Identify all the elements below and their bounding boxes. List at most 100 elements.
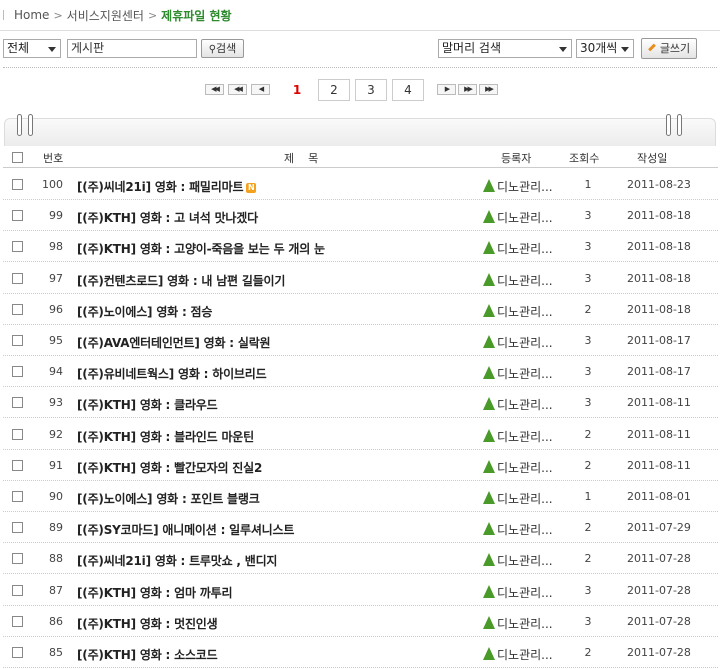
row-title-link[interactable]: [(주)SY코마드] 애니메이션 : 일루셔니스트 bbox=[77, 521, 294, 538]
row-author[interactable]: 디노관리... bbox=[483, 490, 553, 507]
row-author-name: 디노관리... bbox=[497, 242, 553, 257]
board-search-input[interactable]: 게시판 bbox=[67, 39, 197, 58]
row-checkbox[interactable] bbox=[12, 459, 23, 471]
table-row[interactable]: 99 [(주)KTH] 영화 : 고 녀석 맛나겠다 디노관리... 3 2011-08… bbox=[3, 200, 718, 232]
table-row[interactable]: 97 [(주)컨텐츠로드] 영화 : 내 남편 길들이기 디노관리... 3 2011-… bbox=[3, 263, 718, 294]
table-row[interactable]: 95 [(주)AVA엔터테인먼트] 영화 : 실락원 디노관리... 3 2011-08… bbox=[3, 325, 718, 356]
row-author[interactable]: 디노관리... bbox=[483, 365, 553, 382]
next-page-button[interactable]: ▶ bbox=[437, 84, 456, 95]
row-title-link[interactable]: [(주)KTH] 영화 : 빨간모자의 진실2 bbox=[77, 459, 262, 476]
first-page-button[interactable]: ◀◀ bbox=[205, 84, 224, 95]
row-author[interactable]: 디노관리... bbox=[483, 303, 553, 320]
page-2[interactable]: 2 bbox=[318, 79, 350, 101]
row-title-link[interactable]: [(주)KTH] 영화 : 고양이-죽음을 보는 두 개의 눈 bbox=[77, 240, 325, 257]
row-author-name: 디노관리... bbox=[497, 554, 553, 569]
row-title-text: [(주)KTH] 영화 : 엄마 까투리 bbox=[77, 585, 233, 600]
row-title-text: [(주)씨네21i] 영화 : 트루맛쇼 , 밴디지 bbox=[77, 554, 278, 569]
row-checkbox[interactable] bbox=[12, 366, 23, 378]
table-row[interactable]: 89 [(주)SY코마드] 애니메이션 : 일루셔니스트 디노관리... 2 2011-… bbox=[3, 512, 718, 544]
field-select[interactable]: 말머리 검색 bbox=[438, 39, 572, 58]
row-author-name: 디노관리... bbox=[497, 180, 553, 194]
row-checkbox[interactable] bbox=[12, 397, 23, 409]
row-author[interactable]: 디노관리... bbox=[483, 396, 553, 413]
row-author[interactable]: 디노관리... bbox=[483, 240, 553, 257]
row-title-link[interactable]: [(주)씨네21i] 영화 : 트루맛쇼 , 밴디지 bbox=[77, 552, 277, 569]
category-select[interactable]: 전체 bbox=[3, 39, 61, 58]
table-row[interactable]: 91 [(주)KTH] 영화 : 빨간모자의 진실2 디노관리... 2 2011-08… bbox=[3, 450, 718, 481]
breadcrumb-level1[interactable]: 서비스지원센터 bbox=[67, 7, 144, 24]
table-row[interactable]: 88 [(주)씨네21i] 영화 : 트루맛쇼 , 밴디지 디노관리... 2 2011… bbox=[3, 543, 718, 575]
row-checkbox[interactable] bbox=[12, 522, 23, 534]
row-author[interactable]: 디노관리... bbox=[483, 428, 553, 445]
row-checkbox[interactable] bbox=[12, 210, 23, 222]
select-all-checkbox[interactable] bbox=[12, 152, 23, 163]
row-author[interactable]: 디노관리... bbox=[483, 646, 553, 663]
row-title-link[interactable]: [(주)노이에스] 영화 : 점승 bbox=[77, 303, 212, 320]
row-checkbox[interactable] bbox=[12, 615, 23, 627]
search-button[interactable]: ⚲검색 bbox=[201, 39, 244, 58]
row-checkbox[interactable] bbox=[12, 428, 23, 440]
row-author[interactable]: 디노관리... bbox=[483, 209, 553, 226]
row-author[interactable]: 디노관리... bbox=[483, 552, 553, 569]
row-checkbox[interactable] bbox=[12, 584, 23, 596]
page-4[interactable]: 4 bbox=[392, 79, 424, 101]
row-title-link[interactable]: [(주)AVA엔터테인먼트] 영화 : 실락원 bbox=[77, 334, 271, 351]
row-number: 91 bbox=[49, 458, 63, 472]
row-title-link[interactable]: [(주)노이에스] 영화 : 포인트 블랭크 bbox=[77, 490, 260, 507]
row-checkbox[interactable] bbox=[12, 272, 23, 284]
prev-10-button[interactable]: ◀◀ bbox=[228, 84, 247, 95]
table-row[interactable]: 94 [(주)유비네트웍스] 영화 : 하이브리드 디노관리... 3 2011-08-… bbox=[3, 356, 718, 388]
row-title-text: [(주)KTH] 영화 : 클라우드 bbox=[77, 398, 218, 413]
row-number: 95 bbox=[49, 334, 63, 347]
row-title-link[interactable]: [(주)씨네21i] 영화 : 패밀리마트 N bbox=[77, 178, 257, 195]
row-author[interactable]: 디노관리... bbox=[483, 615, 553, 632]
table-row[interactable]: 93 [(주)KTH] 영화 : 클라우드 디노관리... 3 2011-08-11 bbox=[3, 387, 718, 419]
row-author[interactable]: 디노관리... bbox=[483, 178, 553, 195]
row-views: 1 bbox=[584, 490, 592, 503]
row-title-link[interactable]: [(주)컨텐츠로드] 영화 : 내 남편 길들이기 bbox=[77, 272, 285, 289]
row-number: 99 bbox=[49, 209, 63, 223]
table-row[interactable]: 98 [(주)KTH] 영화 : 고양이-죽음을 보는 두 개의 눈 디노관리...… bbox=[3, 231, 718, 263]
last-page-button[interactable]: ▶▶ bbox=[479, 84, 498, 95]
row-checkbox[interactable] bbox=[12, 491, 23, 502]
table-row[interactable]: 85 [(주)KTH] 영화 : 소스코드 디노관리... 2 2011-07-28 bbox=[3, 637, 718, 668]
table-row[interactable]: 96 [(주)노이에스] 영화 : 점승 디노관리... 2 2011-08-18 bbox=[3, 294, 718, 325]
row-author[interactable]: 디노관리... bbox=[483, 272, 553, 289]
next-10-button[interactable]: ▶▶ bbox=[458, 84, 477, 95]
row-title-link[interactable]: [(주)KTH] 영화 : 고 녀석 맛나겠다 bbox=[77, 209, 258, 226]
row-checkbox[interactable] bbox=[12, 335, 23, 346]
row-checkbox[interactable] bbox=[12, 241, 23, 253]
tree-icon bbox=[483, 647, 495, 660]
row-checkbox[interactable] bbox=[12, 303, 23, 315]
row-author[interactable]: 디노관리... bbox=[483, 334, 553, 351]
row-author[interactable]: 디노관리... bbox=[483, 584, 553, 601]
table-row[interactable]: 90 [(주)노이에스] 영화 : 포인트 블랭크 디노관리... 1 2011-08-… bbox=[3, 481, 718, 512]
row-title-link[interactable]: [(주)KTH] 영화 : 블라인드 마운틴 bbox=[77, 428, 254, 445]
row-title-link[interactable]: [(주)KTH] 영화 : 소스코드 bbox=[77, 646, 218, 663]
table-row[interactable]: 92 [(주)KTH] 영화 : 블라인드 마운틴 디노관리... 2 2011-08-… bbox=[3, 419, 718, 450]
row-title-link[interactable]: [(주)KTH] 영화 : 멋진인생 bbox=[77, 615, 218, 632]
search-button-label: 검색 bbox=[216, 42, 237, 55]
row-views: 2 bbox=[584, 302, 592, 316]
tree-icon bbox=[483, 553, 495, 567]
per-page-select[interactable]: 30개씩 bbox=[576, 39, 634, 58]
table-row[interactable]: 100 [(주)씨네21i] 영화 : 패밀리마트 N 디노관리... 1 2011-08… bbox=[3, 169, 718, 200]
row-checkbox[interactable] bbox=[12, 647, 23, 658]
tree-icon bbox=[483, 272, 495, 286]
row-title-link[interactable]: [(주)KTH] 영화 : 클라우드 bbox=[77, 396, 218, 413]
row-title-link[interactable]: [(주)유비네트웍스] 영화 : 하이브리드 bbox=[77, 365, 267, 382]
table-row[interactable]: 86 [(주)KTH] 영화 : 멋진인생 디노관리... 3 2011-07-28 bbox=[3, 606, 718, 637]
row-author[interactable]: 디노관리... bbox=[483, 521, 553, 538]
row-checkbox[interactable] bbox=[12, 553, 23, 565]
breadcrumb-home[interactable]: Home bbox=[14, 8, 49, 22]
page-3[interactable]: 3 bbox=[355, 79, 387, 101]
row-checkbox[interactable] bbox=[12, 179, 23, 190]
write-button[interactable]: 글쓰기 bbox=[641, 38, 697, 59]
page-1[interactable]: 1 bbox=[281, 79, 313, 101]
row-date: 2011-08-17 bbox=[627, 365, 691, 379]
table-row[interactable]: 87 [(주)KTH] 영화 : 엄마 까투리 디노관리... 3 2011-07-28 bbox=[3, 575, 718, 606]
prev-page-button[interactable]: ◀ bbox=[251, 84, 270, 95]
row-author-name: 디노관리... bbox=[497, 304, 553, 319]
row-title-link[interactable]: [(주)KTH] 영화 : 엄마 까투리 bbox=[77, 584, 232, 601]
row-author[interactable]: 디노관리... bbox=[483, 459, 553, 476]
